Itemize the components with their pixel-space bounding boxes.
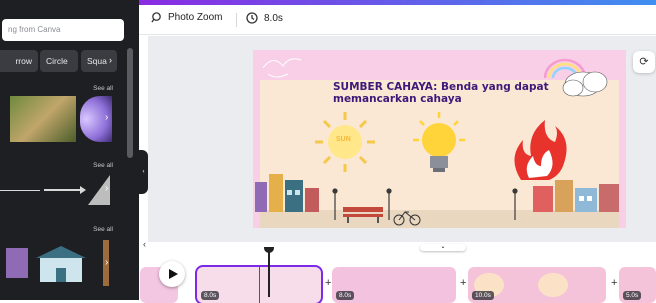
page-duration: 8.0s xyxy=(201,291,220,300)
collapse-panel-handle[interactable]: ‹ xyxy=(139,150,148,194)
slide-canvas[interactable]: SUMBER CAHAYA: Benda yang dapat memancar… xyxy=(253,50,626,228)
page-duration: 5.0s xyxy=(623,291,642,300)
timeline-resize-handle[interactable]: ⌄ xyxy=(420,244,466,251)
elements-panel: ng from Canva rrow Circle Squa › See all… xyxy=(0,0,139,300)
arrow-line-element[interactable] xyxy=(44,189,84,191)
page-thumbnail-selected[interactable]: 8.0s xyxy=(195,265,323,303)
editor-toolbar: Photo Zoom 8.0s xyxy=(139,5,656,35)
houses-left xyxy=(255,174,319,212)
see-all-photos[interactable]: See all xyxy=(93,85,113,92)
line-element[interactable] xyxy=(0,190,40,191)
search-input[interactable]: ng from Canva xyxy=(2,19,124,41)
page-duration: 10.0s xyxy=(472,291,494,300)
houses-right xyxy=(533,180,619,212)
photo-thumbnail-coins[interactable] xyxy=(10,96,76,142)
duration-label: 8.0s xyxy=(264,12,283,24)
refresh-icon[interactable]: ⟳ xyxy=(633,51,655,73)
sun-text: SUN xyxy=(336,136,351,143)
see-all-lines[interactable]: See all xyxy=(93,162,113,169)
chevron-right-icon[interactable]: › xyxy=(105,112,108,123)
duration-button[interactable]: 8.0s xyxy=(246,12,283,24)
add-page-icon[interactable]: + xyxy=(611,277,617,289)
chevron-right-icon[interactable]: › xyxy=(109,55,112,65)
light-bulb-graphic xyxy=(413,112,465,172)
page-duration: 8.0s xyxy=(336,291,355,300)
ground xyxy=(260,210,619,228)
play-icon xyxy=(169,269,178,279)
slide-title[interactable]: SUMBER CAHAYA: Benda yang dapat memancar… xyxy=(333,81,563,105)
photo-zoom-button[interactable]: Photo Zoom xyxy=(151,12,222,23)
playhead[interactable] xyxy=(268,247,270,297)
bird-doodle xyxy=(262,58,302,78)
chevron-right-icon[interactable]: › xyxy=(105,183,108,194)
chip-arrow[interactable]: rrow xyxy=(0,50,38,72)
page-thumbnail[interactable]: 10.0s xyxy=(468,267,606,303)
slide-illustration xyxy=(255,58,619,228)
chip-circle[interactable]: Circle xyxy=(40,50,78,72)
panel-scrollbar[interactable] xyxy=(127,48,133,158)
add-page-icon[interactable]: + xyxy=(325,277,331,289)
chevron-right-icon[interactable]: › xyxy=(105,257,108,268)
add-page-icon[interactable]: + xyxy=(460,277,466,289)
toolbar-divider xyxy=(236,13,237,27)
arrow-head-icon xyxy=(80,186,86,194)
clock-icon xyxy=(246,12,258,24)
graphic-house-left[interactable] xyxy=(6,248,28,278)
page-thumbnail[interactable]: 8.0s xyxy=(332,267,456,303)
photo-zoom-icon xyxy=(151,12,161,23)
cloud-graphic xyxy=(562,71,608,97)
graphic-house-teal[interactable] xyxy=(36,246,86,282)
see-all-graphics[interactable]: See all xyxy=(93,226,113,233)
play-button[interactable] xyxy=(159,261,185,287)
photo-zoom-label: Photo Zoom xyxy=(168,12,223,23)
page-thumbnail[interactable]: 5.0s xyxy=(619,267,656,303)
timeline-track: 8.0s + 8.0s + 10.0s + 5.0s xyxy=(139,255,656,303)
fire-graphic xyxy=(514,120,567,180)
